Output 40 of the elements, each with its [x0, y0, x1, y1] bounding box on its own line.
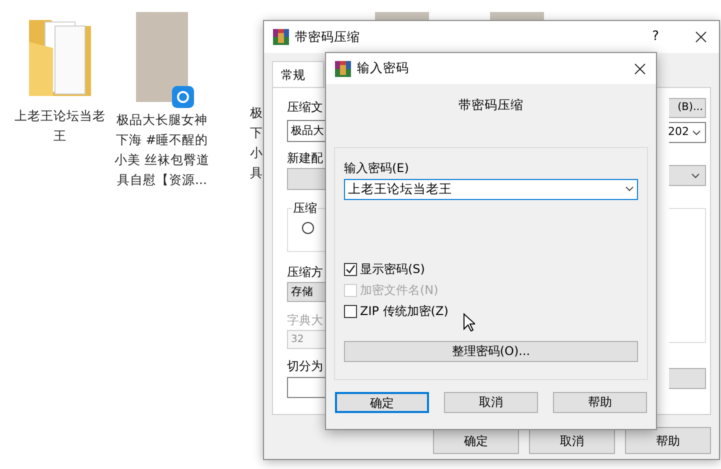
browse-button[interactable]: (B)...: [669, 98, 706, 118]
close-icon[interactable]: [695, 31, 707, 43]
photo-placeholder: [375, 12, 429, 20]
radio-button[interactable]: [302, 222, 314, 234]
checkbox[interactable]: [344, 262, 357, 276]
field-label: 切分为: [287, 359, 324, 373]
window-title: 输入密码: [357, 59, 409, 78]
dropdown[interactable]: 202: [669, 122, 706, 143]
file-name-label[interactable]: 极品大长腿女神 下海 #睡不醒的 小美 丝袜包臀道 具自慰【资源...: [114, 110, 210, 190]
chevron-icon: [625, 186, 634, 192]
group-label: 压缩: [292, 201, 318, 215]
dialog-button[interactable]: 帮助: [553, 392, 647, 413]
dropdown[interactable]: [287, 168, 326, 190]
checkbox-label[interactable]: ZIP 传统加密(Z): [360, 304, 448, 319]
help-button[interactable]: ?: [652, 27, 659, 47]
field-label: 字典大: [287, 313, 324, 327]
field-label: 压缩方: [287, 265, 324, 279]
photo-placeholder: [490, 12, 544, 20]
tab[interactable]: 常规: [272, 61, 324, 87]
archiver-app-icon: [335, 60, 351, 76]
dialog-button[interactable]: 取消: [444, 392, 538, 413]
password-combo-box[interactable]: 上老王论坛当老王: [344, 178, 638, 200]
player-badge-icon: [172, 86, 194, 108]
dialog-heading: 带密码压缩: [458, 96, 524, 114]
dropdown[interactable]: 存储: [287, 282, 326, 302]
chevron-icon: [692, 130, 701, 136]
checkbox[interactable]: [344, 304, 357, 318]
dialog-button[interactable]: 确定: [335, 392, 429, 413]
chevron-icon: [691, 172, 700, 178]
dialog-button[interactable]: 帮助: [625, 427, 711, 454]
checkbox-label[interactable]: 显示密码(S): [360, 262, 425, 277]
field-label: 新建配: [287, 151, 324, 165]
archiver-app-icon: [273, 29, 289, 45]
file-name-label[interactable]: 上老王论坛当老 王: [14, 106, 106, 146]
field-label: 输入密码(E): [344, 160, 410, 177]
close-icon[interactable]: [634, 62, 646, 74]
mouse-cursor-icon: [463, 313, 475, 332]
organize-passwords-button[interactable]: 整理密码(O)...: [344, 340, 638, 362]
window-title: 带密码压缩: [295, 28, 360, 46]
field-label: 压缩文: [287, 100, 324, 114]
